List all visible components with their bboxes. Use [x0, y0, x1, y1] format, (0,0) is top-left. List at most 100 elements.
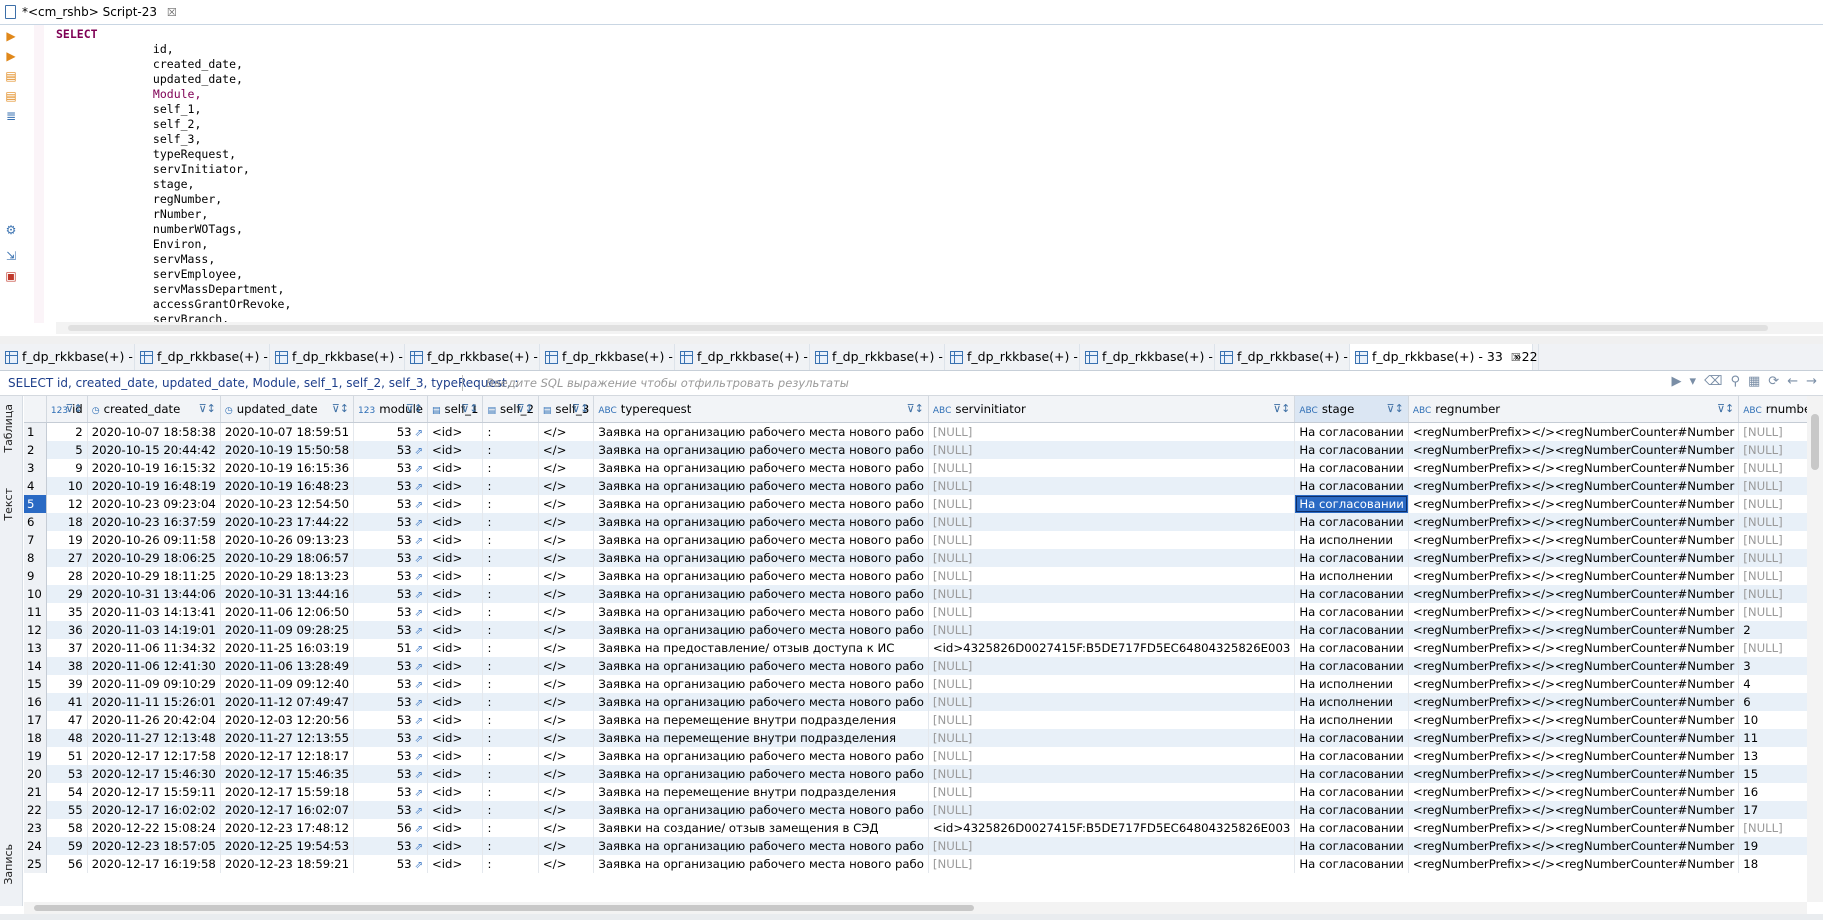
cell-self_3[interactable]: </> [538, 621, 595, 639]
open-reference-icon[interactable]: ⇗ [415, 644, 423, 655]
open-reference-icon[interactable]: ⇗ [415, 716, 423, 727]
cell-regnumber[interactable]: <regNumberPrefix></><regNumberCounter#Nu… [1408, 747, 1740, 765]
cell-self_3[interactable]: </> [538, 495, 595, 513]
sort-filter-icon[interactable]: ⊽↕ [65, 402, 82, 415]
export-icon[interactable]: ⇲ [4, 249, 18, 263]
cell-module[interactable]: 53 ⇗ [353, 441, 429, 459]
cell-id[interactable]: 2 [46, 422, 88, 441]
sort-filter-icon[interactable]: ⊽↕ [1387, 402, 1404, 415]
sort-filter-icon[interactable]: ⊽↕ [1273, 402, 1290, 415]
cell-typerequest[interactable]: Заявка на организацию рабочего места нов… [593, 675, 929, 693]
open-reference-icon[interactable]: ⇗ [415, 518, 423, 529]
open-reference-icon[interactable]: ⇗ [415, 626, 423, 637]
cell-regnumber[interactable]: <regNumberPrefix></><regNumberCounter#Nu… [1408, 693, 1740, 711]
cell-servinitiator[interactable]: [NULL] [928, 495, 1296, 513]
cell-regnumber[interactable]: <regNumberPrefix></><regNumberCounter#Nu… [1408, 585, 1740, 603]
scroll-thumb[interactable] [1811, 414, 1819, 470]
cell-self_3[interactable]: </> [538, 747, 595, 765]
open-reference-icon[interactable]: ⇗ [415, 590, 423, 601]
cell-created_date[interactable]: 2020-10-23 09:23:04 [87, 495, 221, 513]
cell-stage[interactable]: На исполнении [1294, 567, 1409, 585]
cell-self_1[interactable]: <id> [427, 603, 484, 621]
cell-updated_date[interactable]: 2020-10-31 13:44:16 [220, 585, 355, 603]
cell-self_1[interactable]: <id> [427, 693, 484, 711]
cell-module[interactable]: 53 ⇗ [353, 513, 429, 531]
cell-typerequest[interactable]: Заявка на организацию рабочего места нов… [593, 621, 929, 639]
cell-created_date[interactable]: 2020-12-17 15:46:30 [87, 765, 221, 783]
cell-typerequest[interactable]: Заявка на организацию рабочего места нов… [593, 603, 929, 621]
table-row[interactable]: 2 5 2020-10-15 20:44:42 2020-10-19 15:50:58… [24, 441, 1807, 459]
cell-self_2[interactable]: : [482, 657, 539, 675]
row-number[interactable]: 25 [24, 855, 47, 873]
cell-rnumber[interactable]: [NULL] [1738, 422, 1807, 441]
cell-created_date[interactable]: 2020-12-22 15:08:24 [87, 819, 221, 837]
cell-self_1[interactable]: <id> [427, 549, 484, 567]
editor-tab-script-23[interactable]: *<cm_rshb> Script-23 ☒ [0, 0, 185, 24]
cell-self_2[interactable]: : [482, 477, 539, 495]
cell-self_2[interactable]: : [482, 693, 539, 711]
cell-module[interactable]: 53 ⇗ [353, 603, 429, 621]
cell-created_date[interactable]: 2020-10-29 18:11:25 [87, 567, 221, 585]
close-icon[interactable]: ☒ [167, 6, 177, 19]
cell-regnumber[interactable]: <regNumberPrefix></><regNumberCounter#Nu… [1408, 513, 1740, 531]
apply-filter-icon[interactable]: ▶ [1672, 374, 1682, 392]
cell-updated_date[interactable]: 2020-10-19 16:15:36 [220, 459, 355, 477]
cell-updated_date[interactable]: 2020-10-19 15:50:58 [220, 441, 355, 459]
cell-id[interactable]: 54 [46, 783, 88, 801]
cell-self_3[interactable]: </> [538, 657, 595, 675]
cell-self_3[interactable]: </> [538, 567, 595, 585]
cell-self_2[interactable]: : [482, 603, 539, 621]
explain-plan-icon[interactable]: ≣ [4, 109, 18, 123]
cell-module[interactable]: 53 ⇗ [353, 549, 429, 567]
cell-stage[interactable]: На согласовании [1294, 855, 1409, 873]
cell-self_2[interactable]: : [482, 495, 539, 513]
cell-regnumber[interactable]: <regNumberPrefix></><regNumberCounter#Nu… [1408, 477, 1740, 495]
row-number[interactable]: 12 [24, 621, 47, 639]
cell-servinitiator[interactable]: [NULL] [928, 567, 1296, 585]
row-number[interactable]: 18 [24, 729, 47, 747]
table-row[interactable]: 6 18 2020-10-23 16:37:59 2020-10-23 17:44:2… [24, 513, 1807, 531]
cell-stage[interactable]: На согласовании [1294, 657, 1409, 675]
cell-servinitiator[interactable]: [NULL] [928, 657, 1296, 675]
cell-module[interactable]: 53 ⇗ [353, 495, 429, 513]
cell-self_3[interactable]: </> [538, 477, 595, 495]
row-number[interactable]: 11 [24, 603, 47, 621]
cell-self_1[interactable]: <id> [427, 855, 484, 873]
cell-self_2[interactable]: : [482, 729, 539, 747]
row-number[interactable]: 6 [24, 513, 47, 531]
cell-updated_date[interactable]: 2020-11-27 12:13:55 [220, 729, 355, 747]
cell-self_1[interactable]: <id> [427, 675, 484, 693]
cell-rnumber[interactable]: [NULL] [1738, 567, 1807, 585]
table-row[interactable]: 5 12 2020-10-23 09:23:04 2020-10-23 12:54:5… [24, 495, 1807, 513]
cell-id[interactable]: 51 [46, 747, 88, 765]
cell-rnumber[interactable]: [NULL] [1738, 459, 1807, 477]
cell-created_date[interactable]: 2020-11-27 12:13:48 [87, 729, 221, 747]
cell-rnumber[interactable]: 6 [1738, 693, 1807, 711]
cell-self_3[interactable]: </> [538, 837, 595, 855]
cell-servinitiator[interactable]: [NULL] [928, 765, 1296, 783]
row-number[interactable]: 7 [24, 531, 47, 549]
grid-vertical-scrollbar[interactable] [1807, 396, 1823, 902]
cell-updated_date[interactable]: 2020-11-12 07:49:47 [220, 693, 355, 711]
cell-self_3[interactable]: </> [538, 801, 595, 819]
table-row[interactable]: 10 29 2020-10-31 13:44:06 2020-10-31 13:44:… [24, 585, 1807, 603]
cell-module[interactable]: 53 ⇗ [353, 422, 429, 441]
cell-regnumber[interactable]: <regNumberPrefix></><regNumberCounter#Nu… [1408, 657, 1740, 675]
filter-query-text[interactable]: SELECT id, created_date, updated_date, M… [8, 371, 518, 395]
cell-self_2[interactable]: : [482, 585, 539, 603]
cell-rnumber[interactable]: [NULL] [1738, 477, 1807, 495]
open-reference-icon[interactable]: ⇗ [415, 608, 423, 619]
cell-self_2[interactable]: : [482, 513, 539, 531]
result-tab[interactable]: f_dp_rkkbase(+) - 33 ☒ [1350, 344, 1533, 370]
cell-self_2[interactable]: : [482, 531, 539, 549]
filter-history-icon[interactable]: ▾ [1690, 374, 1697, 392]
cell-updated_date[interactable]: 2020-11-09 09:12:40 [220, 675, 355, 693]
cell-regnumber[interactable]: <regNumberPrefix></><regNumberCounter#Nu… [1408, 765, 1740, 783]
cell-created_date[interactable]: 2020-10-31 13:44:06 [87, 585, 221, 603]
cell-self_2[interactable]: : [482, 549, 539, 567]
cell-module[interactable]: 53 ⇗ [353, 477, 429, 495]
cell-updated_date[interactable]: 2020-10-29 18:06:57 [220, 549, 355, 567]
cell-id[interactable]: 53 [46, 765, 88, 783]
cell-updated_date[interactable]: 2020-11-09 09:28:25 [220, 621, 355, 639]
open-reference-icon[interactable]: ⇗ [415, 428, 423, 439]
